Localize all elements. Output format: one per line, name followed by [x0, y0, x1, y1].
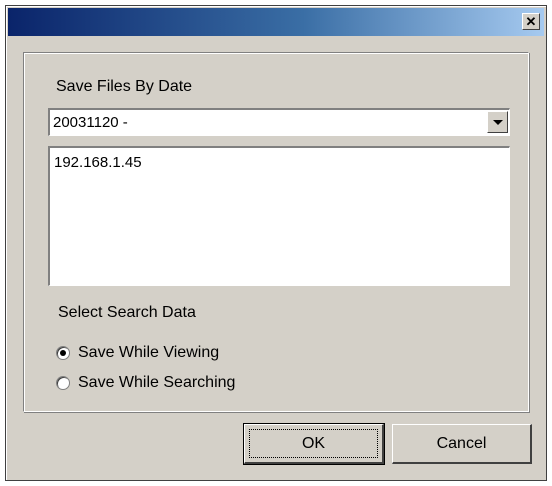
close-icon: ✕ — [525, 14, 537, 29]
save-files-label: Save Files By Date — [56, 78, 193, 95]
list-item[interactable]: 192.168.1.45 — [54, 154, 142, 171]
radio-save-while-searching[interactable]: Save While Searching — [56, 374, 235, 392]
radio-unchecked-icon[interactable] — [56, 376, 70, 390]
close-button[interactable]: ✕ — [522, 13, 540, 30]
radio-label: Save While Searching — [78, 374, 236, 391]
cancel-button-label: Cancel — [436, 434, 487, 452]
date-dropdown[interactable]: 20031120 - — [48, 108, 510, 136]
search-data-label: Select Search Data — [58, 304, 196, 321]
ok-button[interactable]: OK — [243, 423, 385, 465]
ip-listbox[interactable]: 192.168.1.45 — [48, 146, 510, 286]
radio-checked-icon[interactable] — [56, 346, 70, 360]
date-dropdown-value: 20031120 - — [53, 114, 128, 131]
radio-label: Save While Viewing — [78, 344, 220, 361]
radio-save-while-viewing[interactable]: Save While Viewing — [56, 344, 219, 362]
chevron-down-icon — [492, 119, 503, 125]
title-bar[interactable]: ✕ — [8, 8, 544, 36]
cancel-button[interactable]: Cancel — [392, 424, 532, 464]
focus-rect — [249, 429, 378, 458]
dropdown-arrow-button[interactable] — [487, 111, 508, 133]
